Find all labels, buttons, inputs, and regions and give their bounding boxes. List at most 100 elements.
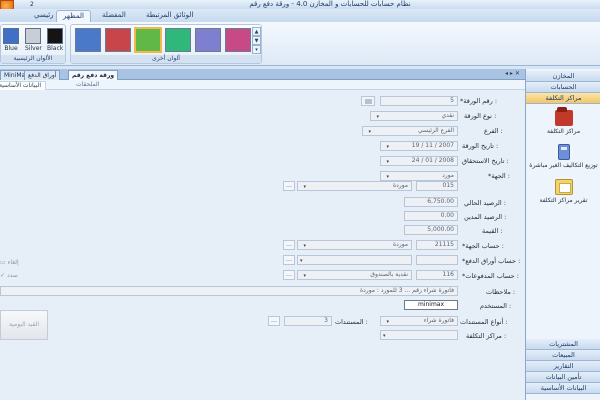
silver-theme-label: Silver (25, 45, 42, 52)
due-date-label: تاريخ الاستحقاق : (462, 157, 509, 165)
tab-appearance[interactable]: المظهر (56, 10, 91, 22)
payment-papers-account-select[interactable]: ▾ (297, 255, 412, 265)
notes-label: ملاحظات : (486, 288, 516, 296)
document-types-label: أنواع المستندات : (460, 318, 508, 326)
report-icon (554, 179, 573, 195)
documents-count-label: المستندات : (335, 318, 368, 326)
navigation-pane: المخازن الحسابات مراكز التكلفة مراكز الت… (525, 69, 600, 400)
main-colors-group: Blue Silver Black الألوان الرئيسية (0, 24, 66, 64)
party-name-select[interactable]: ▾ موردة (297, 181, 412, 191)
cost-centers-label: مراكز التكلفة : (466, 332, 507, 340)
due-date-field[interactable]: ▾ 24 / 01 / 2008 (380, 156, 458, 166)
document-types-select[interactable]: ▾ فاتورة شراء (380, 316, 458, 326)
other-colors-group: ▲ ▼ ▾ ألوان أخرى (70, 24, 262, 64)
document-tabs: MiniMax ورقة دفع رقم أوراق الدفع ◂ ▸ ✕ (0, 69, 525, 80)
nav-header-basic-data[interactable]: البيانات الأساسية (526, 383, 600, 394)
tab-related-documents[interactable]: الوثائق المرتبطة (140, 10, 199, 22)
amount-field[interactable]: 5,000.00 (404, 225, 458, 235)
gallery-more-button[interactable]: ▾ (252, 45, 261, 54)
gallery-down-button[interactable]: ▼ (252, 36, 261, 45)
nav-item-cost-centers[interactable]: مراكز التكلفة (526, 107, 600, 135)
green-color-swatch[interactable] (134, 27, 162, 53)
title-bar: 2 نظام حسابات للحسابات و المخازن 4.0 - و… (0, 0, 600, 9)
main-colors-label: الألوان الرئيسية (1, 55, 65, 63)
party-account-browse-button[interactable]: … (283, 240, 295, 250)
previous-balance-label: الرصيد المدين : (464, 213, 507, 221)
payments-account-browse-button[interactable]: … (283, 270, 295, 280)
tab-main[interactable]: رئيسي (28, 10, 60, 22)
nav-header-cost-centers[interactable]: مراكز التكلفة (526, 93, 600, 104)
current-balance-label: الرصيد الحالي : (464, 199, 506, 207)
blue-color-swatch[interactable] (75, 28, 101, 52)
ribbon-panel: Blue Silver Black الألوان الرئيسية ▲ ▼ ▾… (0, 22, 600, 66)
cost-centers-select[interactable]: ▾ (380, 330, 458, 340)
nav-header-stores[interactable]: المخازن (526, 71, 600, 82)
other-colors-label: ألوان أخرى (71, 55, 261, 63)
tab-basic-data[interactable]: البيانات الأساسية (0, 81, 46, 90)
party-account-label: *حساب الجهة : (462, 242, 504, 250)
paper-number-field[interactable]: 5 (380, 96, 458, 106)
blue-theme-label: Blue (4, 45, 18, 52)
payment-papers-account-label: *حساب أوراق الدفع : (462, 257, 521, 265)
paper-date-field[interactable]: ▾ 19 / 11 / 2007 (380, 141, 458, 151)
current-balance-field: 6,750.00 (404, 197, 458, 207)
nav-header-purchases[interactable]: المشتريات (526, 339, 600, 350)
teal-color-swatch[interactable] (165, 28, 191, 52)
user-label: المستخدم : (480, 302, 512, 310)
quick-access-number[interactable]: 2 (30, 1, 34, 8)
user-field[interactable]: minimax (404, 300, 458, 310)
nav-header-sales[interactable]: المبيعات (526, 350, 600, 361)
party-account-name-select[interactable]: ▾ موردة (297, 240, 412, 250)
notes-field[interactable]: فاتورة شراء رقم ... 3 للمورد : موردة (0, 286, 458, 296)
nav-header-accounts[interactable]: الحسابات (526, 82, 600, 93)
branch-label: الفرع : (484, 127, 503, 135)
form-subtabs: البيانات الأساسية الملحقات (0, 80, 525, 90)
cancel-checkbox[interactable]: ▭ إلغاء (0, 259, 19, 266)
black-theme-swatch[interactable] (47, 28, 63, 44)
payments-account-code-field[interactable]: 116 (416, 270, 458, 280)
paper-type-label: نوع الورقة : (464, 112, 497, 120)
party-browse-button[interactable]: … (283, 181, 295, 191)
nav-header-data-security[interactable]: تأمين البيانات (526, 372, 600, 383)
pink-color-swatch[interactable] (225, 28, 251, 52)
gallery-up-button[interactable]: ▲ (252, 27, 261, 36)
paper-number-label: *رقم الورقة : (460, 97, 498, 105)
party-type-select[interactable]: ▾ مورد (380, 171, 458, 181)
documents-browse-button[interactable]: … (268, 316, 280, 326)
folder-icon (554, 107, 573, 126)
nav-item-cost-centers-label: مراكز التكلفة (546, 128, 581, 135)
record-nav-button[interactable] (361, 96, 375, 106)
payment-papers-account-code-field[interactable] (416, 255, 458, 265)
amount-label: القيمة : (482, 227, 503, 235)
black-theme-label: Black (47, 45, 64, 52)
paid-checkbox[interactable]: ✓ سدد (0, 272, 18, 279)
doc-tab-payment-papers[interactable]: أوراق الدفع (24, 70, 61, 80)
doc-tab-payment-paper[interactable]: ورقة دفع رقم (68, 70, 119, 80)
previous-balance-field: 0.00 (404, 211, 458, 221)
silver-theme-swatch[interactable] (25, 28, 41, 44)
tab-favorites[interactable]: المفضلة (96, 10, 132, 22)
nav-item-cost-centers-report-label: تقرير مراكز التكلفة (539, 197, 588, 204)
ribbon-tabs: رئيسي المظهر المفضلة الوثائق المرتبطة (0, 9, 600, 22)
branch-select[interactable]: ▾ الفرع الرئيسي (362, 126, 458, 136)
nav-item-indirect-costs[interactable]: توزيع التكاليف الغير مباشرة (526, 144, 600, 169)
payment-papers-account-browse-button[interactable]: … (283, 255, 295, 265)
journal-entry-button[interactable]: القيد اليومية (0, 310, 48, 340)
paper-date-label: تاريخ الورقة : (462, 142, 499, 150)
payments-account-name-select[interactable]: ▾ نقدية بالصندوق (297, 270, 412, 280)
payments-account-label: *حساب المدفوعات : (462, 272, 519, 280)
window-title: نظام حسابات للحسابات و المخازن 4.0 - ورق… (249, 0, 411, 8)
party-code-field[interactable]: 015 (416, 181, 458, 191)
paper-type-select[interactable]: ▾ نقدي (370, 111, 458, 121)
nav-header-reports[interactable]: التقارير (526, 361, 600, 372)
tab-attachments[interactable]: الملحقات (72, 81, 103, 90)
party-account-code-field[interactable]: 21115 (416, 240, 458, 250)
documents-count-field: 3 (284, 316, 332, 326)
red-color-swatch[interactable] (105, 28, 131, 52)
blue-theme-swatch[interactable] (3, 28, 19, 44)
tab-scroll-close-controls[interactable]: ◂ ▸ ✕ (505, 70, 520, 77)
purple-color-swatch[interactable] (195, 28, 221, 52)
calculator-icon (557, 144, 570, 160)
party-label: *الجهة : (488, 172, 510, 180)
nav-item-cost-centers-report[interactable]: تقرير مراكز التكلفة (526, 179, 600, 204)
